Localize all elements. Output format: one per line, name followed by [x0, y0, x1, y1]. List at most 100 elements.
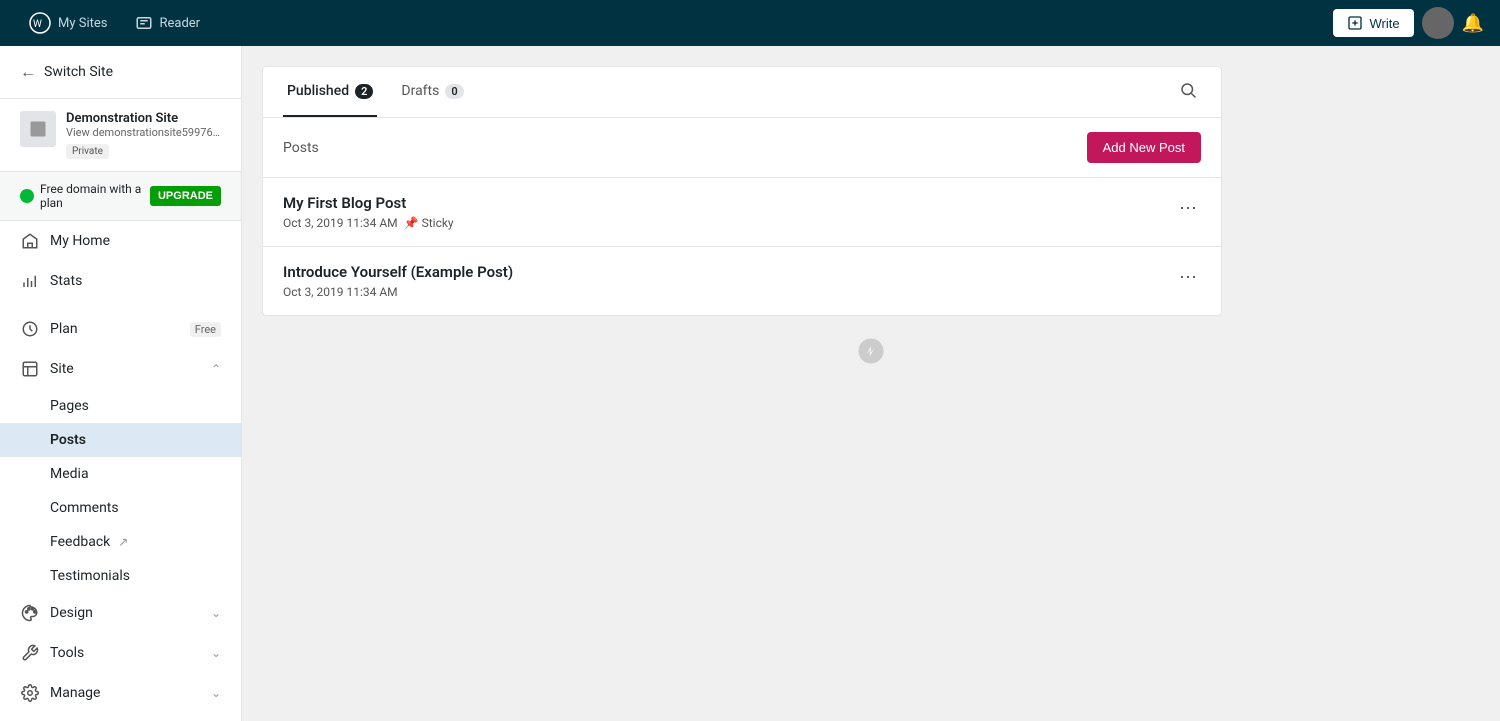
- pages-label: Pages: [50, 398, 89, 414]
- reader-label: Reader: [159, 16, 200, 31]
- posts-label: Posts: [50, 432, 86, 448]
- top-nav-left: W My Sites Reader: [16, 5, 212, 41]
- tab-published-count: 2: [355, 84, 373, 99]
- tab-drafts-label: Drafts: [401, 83, 439, 99]
- sidebar-subitem-comments[interactable]: Comments: [0, 491, 241, 525]
- write-button[interactable]: Write: [1333, 9, 1413, 37]
- top-nav-right: Write 🔔: [1333, 7, 1484, 39]
- sidebar-item-plan[interactable]: Plan Free: [0, 309, 241, 349]
- post-title-1[interactable]: My First Blog Post: [283, 194, 454, 212]
- plan-icon: [20, 319, 40, 339]
- site-chevron-up-icon: ⌃: [211, 362, 221, 376]
- post-actions-menu-1[interactable]: ⋯: [1175, 194, 1201, 223]
- stats-label: Stats: [50, 273, 221, 289]
- write-label: Write: [1369, 16, 1399, 31]
- home-icon: [20, 231, 40, 251]
- switch-site-label: Switch Site: [44, 64, 113, 80]
- site-nav-icon: [20, 359, 40, 379]
- free-domain-text: Free domain with a plan: [20, 182, 142, 210]
- plan-label: Plan: [50, 321, 180, 337]
- green-dot-icon: [20, 189, 34, 203]
- my-sites-label: My Sites: [58, 16, 107, 31]
- site-info: Demonstration Site View demonstrationsit…: [0, 99, 241, 172]
- sidebar: ← Switch Site Demonstration Site View de…: [0, 46, 242, 721]
- private-badge: Private: [66, 144, 109, 159]
- site-details: Demonstration Site View demonstrationsit…: [66, 111, 221, 159]
- add-new-post-button[interactable]: Add New Post: [1087, 132, 1201, 163]
- sidebar-subitem-media[interactable]: Media: [0, 457, 241, 491]
- pin-icon: 📌: [404, 216, 419, 230]
- sidebar-item-my-home[interactable]: My Home: [0, 221, 241, 261]
- write-icon: [1347, 15, 1363, 31]
- sidebar-subitem-testimonials[interactable]: Testimonials: [0, 559, 241, 593]
- posts-section-title: Posts: [283, 140, 319, 156]
- post-meta-1: Oct 3, 2019 11:34 AM 📌 Sticky: [283, 216, 454, 230]
- post-title-2[interactable]: Introduce Yourself (Example Post): [283, 263, 513, 281]
- sidebar-item-design[interactable]: Design ⌄: [0, 593, 241, 633]
- svg-text:W: W: [33, 19, 42, 30]
- stats-icon: [20, 271, 40, 291]
- sidebar-item-site[interactable]: Site ⌃: [0, 349, 241, 389]
- content-card: Published 2 Drafts 0 Posts Add New Post: [262, 66, 1222, 316]
- feedback-external-icon: ↗: [118, 535, 128, 549]
- site-url: View demonstrationsite599765121...: [66, 126, 221, 139]
- back-arrow-icon: ←: [20, 62, 36, 82]
- testimonials-label: Testimonials: [50, 568, 130, 584]
- site-label: Site: [50, 361, 201, 377]
- main-content: Published 2 Drafts 0 Posts Add New Post: [242, 46, 1500, 721]
- search-button[interactable]: [1175, 77, 1201, 108]
- table-row: My First Blog Post Oct 3, 2019 11:34 AM …: [263, 178, 1221, 247]
- sidebar-subitem-feedback[interactable]: Feedback ↗: [0, 525, 241, 559]
- site-name: Demonstration Site: [66, 111, 221, 126]
- feedback-label: Feedback: [50, 534, 110, 550]
- table-row: Introduce Yourself (Example Post) Oct 3,…: [263, 247, 1221, 315]
- comments-label: Comments: [50, 500, 119, 516]
- wordpress-footer-logo-icon: [856, 336, 886, 373]
- tabs-bar: Published 2 Drafts 0: [263, 67, 1221, 118]
- sidebar-item-tools[interactable]: Tools ⌄: [0, 633, 241, 673]
- tab-drafts-count: 0: [445, 84, 463, 99]
- sidebar-item-stats[interactable]: Stats: [0, 261, 241, 301]
- media-label: Media: [50, 466, 89, 482]
- top-nav: W My Sites Reader Write 🔔: [0, 0, 1500, 46]
- design-icon: [20, 603, 40, 623]
- design-label: Design: [50, 605, 201, 621]
- free-domain-banner: Free domain with a plan UPGRADE: [0, 172, 241, 221]
- notifications-bell-icon[interactable]: 🔔: [1462, 13, 1484, 34]
- manage-chevron-icon: ⌄: [211, 686, 221, 700]
- free-domain-label: Free domain with a plan: [40, 182, 142, 210]
- upgrade-button[interactable]: UPGRADE: [150, 186, 221, 206]
- tab-published-label: Published: [287, 83, 349, 99]
- manage-icon: [20, 683, 40, 703]
- post-actions-menu-2[interactable]: ⋯: [1175, 263, 1201, 292]
- switch-site-button[interactable]: ← Switch Site: [0, 46, 241, 99]
- plan-badge: Free: [190, 322, 221, 337]
- post-date-1: Oct 3, 2019 11:34 AM: [283, 216, 398, 230]
- site-icon: [20, 111, 56, 147]
- tools-label: Tools: [50, 645, 201, 661]
- posts-header: Posts Add New Post: [263, 118, 1221, 178]
- my-home-label: My Home: [50, 233, 221, 249]
- post-meta-2: Oct 3, 2019 11:34 AM: [283, 285, 513, 299]
- reader-icon: [135, 14, 153, 32]
- post-date-2: Oct 3, 2019 11:34 AM: [283, 285, 398, 299]
- post-info-2: Introduce Yourself (Example Post) Oct 3,…: [283, 263, 513, 299]
- reader-nav-item[interactable]: Reader: [123, 8, 212, 38]
- sidebar-item-manage[interactable]: Manage ⌄: [0, 673, 241, 713]
- post-info-1: My First Blog Post Oct 3, 2019 11:34 AM …: [283, 194, 454, 230]
- layout: ← Switch Site Demonstration Site View de…: [0, 46, 1500, 721]
- manage-label: Manage: [50, 685, 201, 701]
- wp-footer: [262, 316, 1480, 393]
- tab-drafts[interactable]: Drafts 0: [397, 67, 467, 117]
- search-icon: [1179, 81, 1197, 99]
- design-chevron-icon: ⌄: [211, 606, 221, 620]
- tools-chevron-icon: ⌄: [211, 646, 221, 660]
- sidebar-subitem-posts[interactable]: Posts: [0, 423, 241, 457]
- sticky-badge-1: 📌 Sticky: [404, 216, 454, 230]
- sticky-label-1: Sticky: [422, 216, 454, 230]
- my-sites-nav-item[interactable]: W My Sites: [16, 5, 119, 41]
- sidebar-subitem-pages[interactable]: Pages: [0, 389, 241, 423]
- user-avatar[interactable]: [1422, 7, 1454, 39]
- sidebar-item-wp-admin[interactable]: W WP Admin ↗: [0, 713, 241, 721]
- tab-published[interactable]: Published 2: [283, 67, 377, 117]
